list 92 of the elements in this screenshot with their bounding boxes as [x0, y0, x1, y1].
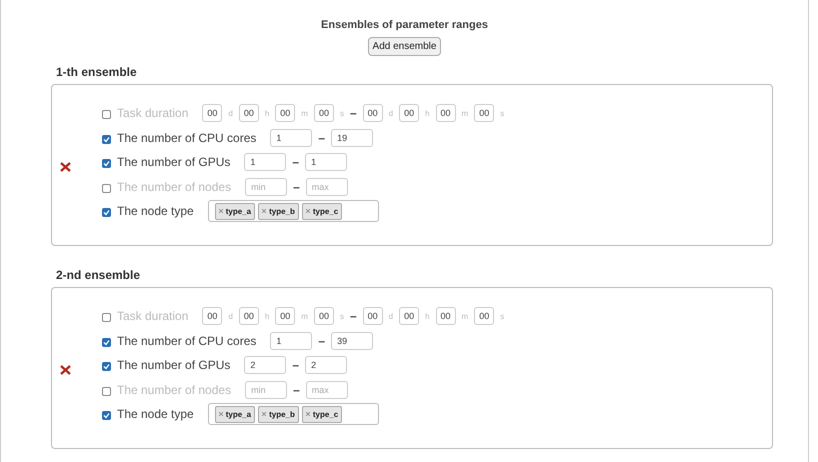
unit-label: m [462, 108, 468, 118]
number-field[interactable]: 00 [474, 307, 494, 326]
number-field[interactable]: 1 [244, 153, 286, 172]
number-field[interactable]: 00 [436, 307, 456, 326]
page-title: Ensembles of parameter ranges [320, 19, 489, 31]
checkbox[interactable] [102, 362, 111, 372]
number-field[interactable]: 2 [244, 356, 286, 374]
parameter-label: The number of CPU cores [117, 130, 256, 145]
parameter-label: The node type [117, 407, 194, 422]
remove-icon[interactable] [306, 412, 310, 416]
checkbox[interactable] [102, 208, 111, 218]
range-dash: – [292, 155, 300, 170]
checkbox[interactable] [102, 411, 111, 420]
number-field[interactable]: 00 [474, 104, 494, 122]
tag-chip[interactable]: type_a [214, 202, 256, 220]
parameter-label: The number of nodes [117, 180, 232, 194]
parameter-label: The number of GPUs [117, 358, 230, 372]
range-dash: – [318, 334, 326, 348]
unit-label: d [228, 108, 233, 118]
number-field[interactable]: 00 [436, 104, 456, 122]
ensemble-title: 1-th ensemble [56, 65, 138, 79]
number-field[interactable]: 1 [305, 153, 348, 172]
unit-label: h [425, 108, 430, 118]
number-field[interactable]: 00 [314, 307, 334, 326]
unit-label: s [340, 312, 344, 321]
number-field[interactable]: 1 [270, 128, 312, 147]
unit-label: h [425, 312, 430, 321]
remove-icon[interactable] [262, 209, 266, 214]
range-dash: – [293, 180, 300, 194]
number-field[interactable]: 1 [270, 332, 312, 350]
checkbox[interactable] [102, 110, 111, 120]
range-dash: – [293, 382, 300, 397]
checkbox[interactable] [102, 159, 111, 168]
number-field[interactable]: 39 [331, 332, 374, 350]
unit-label: m [462, 312, 468, 321]
checkbox[interactable] [102, 184, 111, 193]
parameter-label: The number of nodes [117, 382, 232, 397]
unit-label: d [388, 312, 394, 321]
add-ensemble-button[interactable]: Add ensemble [368, 37, 442, 56]
ensemble-title: 2-nd ensemble [56, 268, 142, 282]
checkbox[interactable] [102, 313, 111, 322]
number-field[interactable]: 00 [275, 307, 296, 326]
number-field[interactable]: min [245, 380, 288, 399]
number-field[interactable]: 00 [202, 104, 222, 122]
number-field[interactable]: 00 [362, 307, 383, 326]
unit-label: h [264, 108, 270, 118]
unit-label: d [228, 312, 233, 321]
checkbox[interactable] [102, 134, 111, 144]
unit-label: m [301, 312, 308, 321]
unit-label: s [340, 108, 344, 118]
unit-label: s [500, 312, 504, 321]
parameter-label: The number of CPU cores [117, 334, 256, 348]
parameter-label: The number of GPUs [117, 155, 230, 170]
tag-field[interactable]: type_a type_b type_c [208, 200, 379, 222]
number-field[interactable]: 00 [275, 104, 296, 122]
parameter-label: The node type [117, 204, 194, 218]
number-field[interactable]: 00 [202, 307, 222, 326]
delete-icon[interactable] [60, 162, 71, 172]
range-dash: – [292, 358, 300, 372]
tag-chip[interactable]: type_b [258, 202, 299, 220]
range-dash: – [350, 309, 357, 324]
number-field[interactable]: 2 [305, 356, 348, 374]
range-dash: – [318, 130, 326, 145]
remove-icon[interactable] [262, 412, 266, 416]
unit-label: s [500, 108, 504, 118]
number-field[interactable]: 00 [399, 307, 420, 326]
number-field[interactable]: 00 [238, 104, 259, 122]
parameter-label: Task duration [117, 106, 188, 120]
number-field[interactable]: max [306, 380, 348, 399]
unit-label: h [264, 312, 270, 321]
number-field[interactable]: 00 [314, 104, 334, 122]
range-dash: – [350, 106, 357, 120]
remove-icon[interactable] [306, 209, 310, 214]
delete-icon[interactable] [60, 365, 71, 375]
number-field[interactable]: 00 [399, 104, 420, 122]
number-field[interactable]: min [245, 178, 288, 196]
remove-icon[interactable] [218, 412, 223, 416]
unit-label: m [301, 108, 308, 118]
number-field[interactable]: 19 [331, 128, 374, 147]
remove-icon[interactable] [218, 209, 223, 214]
number-field[interactable]: 00 [362, 104, 383, 122]
tag-chip[interactable]: type_b [258, 406, 299, 423]
number-field[interactable]: 00 [238, 307, 259, 326]
tag-field[interactable]: type_a type_b type_c [208, 403, 379, 426]
tag-chip[interactable]: type_c [302, 406, 342, 423]
parameter-label: Task duration [117, 309, 188, 324]
number-field[interactable]: max [306, 178, 348, 196]
tag-chip[interactable]: type_a [214, 406, 256, 423]
unit-label: d [388, 108, 394, 118]
checkbox[interactable] [102, 386, 111, 396]
tag-chip[interactable]: type_c [302, 202, 342, 220]
checkbox[interactable] [102, 338, 111, 347]
